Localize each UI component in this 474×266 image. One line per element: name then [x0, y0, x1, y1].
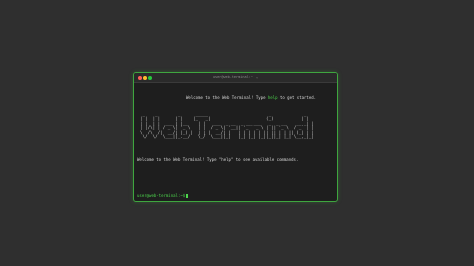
info-line: Welcome to the Web Terminal! Type "help"…: [137, 157, 299, 162]
terminal-window[interactable]: user@web-terminal:~ ⌄ Welcome to the Web…: [133, 72, 338, 202]
titlebar[interactable]: user@web-terminal:~ ⌄: [134, 73, 337, 83]
help-keyword: help: [267, 95, 278, 100]
welcome-prefix: Welcome to the Web Terminal! Type: [186, 95, 268, 100]
ascii-logo: _ _ _ _____ _ _ | | | | | | |_ _| (_) | …: [140, 112, 314, 140]
text-cursor: [186, 194, 189, 198]
chevron-down-icon[interactable]: ⌄: [256, 75, 258, 79]
window-title-text: user@web-terminal:~: [212, 75, 253, 79]
command-prompt[interactable]: user@web-terminal:~$: [137, 193, 189, 199]
prompt-text: user@web-terminal:~$: [137, 193, 186, 198]
welcome-banner: Welcome to the Web Terminal! Type help t…: [186, 95, 316, 101]
window-title: user@web-terminal:~ ⌄: [134, 75, 337, 80]
desktop: user@web-terminal:~ ⌄ Welcome to the Web…: [0, 0, 474, 266]
welcome-suffix: to get started.: [277, 95, 317, 100]
terminal-body[interactable]: Welcome to the Web Terminal! Type help t…: [134, 83, 337, 201]
